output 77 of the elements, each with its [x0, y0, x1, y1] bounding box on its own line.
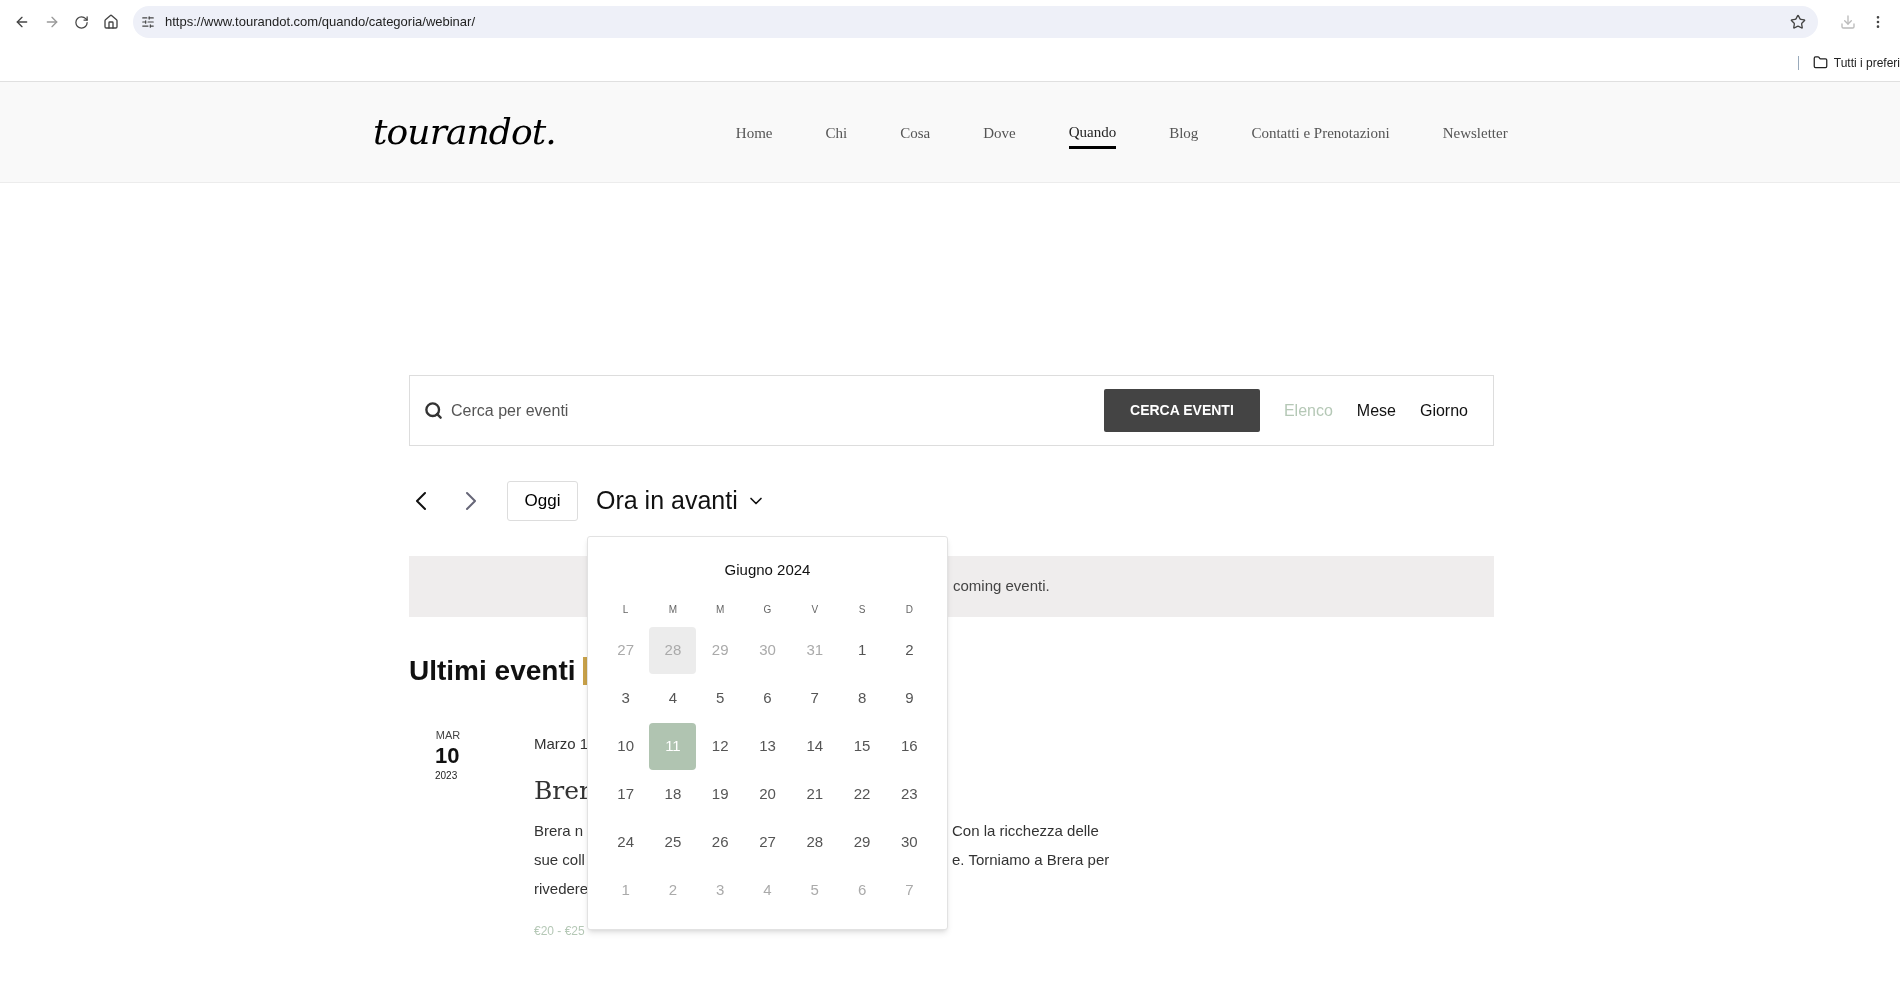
calendar-day[interactable]: 5: [696, 674, 744, 722]
home-icon[interactable]: [103, 14, 119, 30]
event-description-text: e. Torniamo a Brera per: [952, 850, 1110, 871]
bookmarks-folder[interactable]: Tutti i preferi: [1812, 53, 1900, 72]
calendar-day[interactable]: 16: [885, 722, 933, 770]
title-accent-mark: [583, 657, 588, 685]
event-month: MAR: [435, 728, 461, 743]
calendar-day[interactable]: 9: [885, 674, 933, 722]
reload-icon[interactable]: [74, 14, 89, 30]
calendar-day[interactable]: 21: [791, 770, 839, 818]
event-description-text: Con la ricchezza delle: [952, 821, 1099, 842]
calendar-day[interactable]: 26: [696, 818, 744, 866]
back-icon[interactable]: [14, 14, 30, 30]
calendar-day[interactable]: 23: [885, 770, 933, 818]
calendar-day[interactable]: 10: [602, 722, 650, 770]
nav-link[interactable]: Dove: [983, 119, 1016, 145]
view-tab[interactable]: Giorno: [1419, 398, 1468, 423]
nav-link[interactable]: Contatti e Prenotazioni: [1251, 119, 1390, 145]
event-date: Marzo 1: [534, 734, 589, 754]
weekday-label: D: [904, 602, 914, 617]
weekday-label: V: [810, 602, 820, 617]
calendar-day[interactable]: 22: [838, 770, 886, 818]
weekday-label: S: [857, 602, 867, 617]
today-button[interactable]: Oggi: [507, 481, 578, 521]
calendar-day[interactable]: 24: [602, 818, 650, 866]
event-description-text: rivedere: [534, 880, 589, 898]
calendar-day[interactable]: 25: [649, 818, 697, 866]
calendar-day[interactable]: 19: [696, 770, 744, 818]
event-day: 10: [435, 743, 460, 768]
calendar-day[interactable]: 1: [838, 626, 886, 674]
calendar-day[interactable]: 2: [885, 626, 933, 674]
calendar-day[interactable]: 14: [791, 722, 839, 770]
calendar-day[interactable]: 28: [791, 818, 839, 866]
event-price: €20 - €25: [534, 923, 586, 940]
weekday-label: M: [715, 602, 726, 617]
address-bar[interactable]: https://www.tourandot.com/quando/categoria/webinar/: [133, 6, 1818, 38]
weekday-label: M: [667, 602, 679, 617]
calendar-day[interactable]: 29: [838, 818, 886, 866]
nav-link[interactable]: Cosa: [900, 119, 931, 145]
search-button[interactable]: CERCA EVENTI: [1103, 389, 1260, 432]
calendar-day[interactable]: 12: [696, 722, 744, 770]
nav-link[interactable]: Quando: [1068, 114, 1117, 150]
event-title[interactable]: Brer: [534, 771, 592, 809]
calendar-day[interactable]: 7: [791, 674, 839, 722]
search-field[interactable]: Cerca per eventi: [451, 398, 1104, 423]
event-year: 2023: [435, 768, 458, 783]
nav-link[interactable]: Chi: [825, 119, 848, 145]
section-title: Ultimi eventi: [409, 654, 576, 688]
site-info-icon[interactable]: [141, 15, 155, 29]
calendar-day[interactable]: 15: [838, 722, 886, 770]
bookmark-star-icon[interactable]: [1790, 14, 1806, 30]
calendar-day[interactable]: 6: [744, 674, 791, 722]
forward-icon[interactable]: [44, 14, 60, 30]
notice-text: coming eventi.: [953, 576, 1050, 597]
calendar-day[interactable]: 17: [602, 770, 650, 818]
event-description-text: sue coll: [534, 851, 585, 869]
calendar-day[interactable]: 30: [885, 818, 933, 866]
search-icon: [424, 401, 443, 420]
calendar-day[interactable]: 3: [602, 674, 650, 722]
calendar-day[interactable]: 8: [838, 674, 886, 722]
calendar-day[interactable]: 13: [744, 722, 791, 770]
calendar-day[interactable]: 27: [744, 818, 791, 866]
nav-link[interactable]: Home: [735, 119, 773, 145]
calendar-day[interactable]: 18: [649, 770, 697, 818]
weekday-label: G: [762, 602, 773, 617]
url-text: https://www.tourandot.com/quando/categoria/webinar/: [165, 13, 476, 32]
event-description-text: Brera n: [534, 822, 584, 840]
nav-link[interactable]: Newsletter: [1442, 119, 1508, 145]
datepicker-title: Giugno 2024: [723, 560, 812, 580]
view-tab[interactable]: Mese: [1356, 398, 1396, 423]
site-logo[interactable]: tourandot.: [373, 105, 556, 159]
folder-icon: [1812, 55, 1828, 70]
calendar-day[interactable]: 20: [744, 770, 791, 818]
nav-link[interactable]: Blog: [1169, 119, 1199, 145]
date-range-dropdown[interactable]: Ora in avanti: [596, 482, 766, 520]
calendar-day[interactable]: 4: [649, 674, 697, 722]
weekday-label: L: [621, 602, 630, 617]
